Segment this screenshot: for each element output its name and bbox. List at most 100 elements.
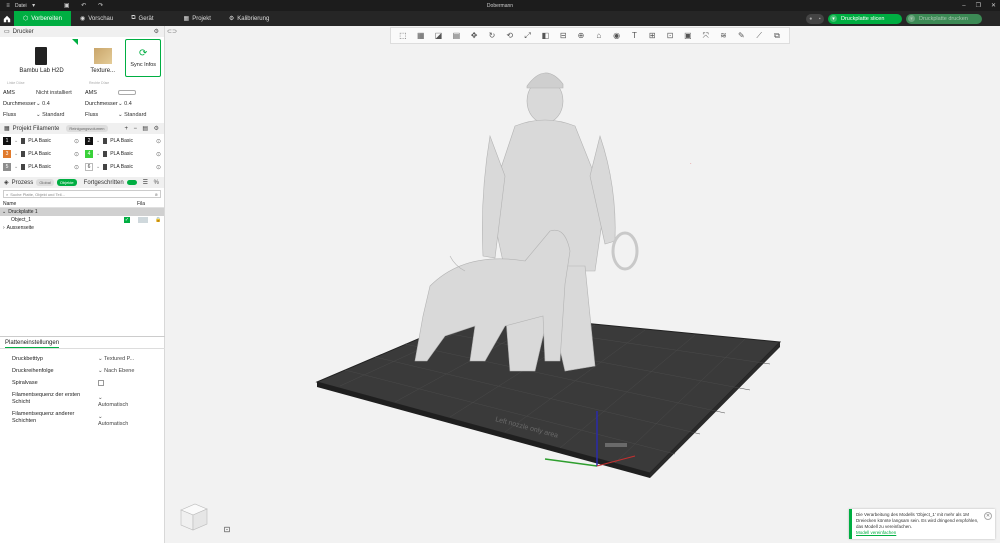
- global-tab[interactable]: Global: [36, 179, 54, 186]
- filament-settings-icon[interactable]: ⊙: [156, 151, 161, 158]
- sync-info-button[interactable]: ⟳ Sync Infos: [125, 39, 161, 77]
- filament-number[interactable]: 3: [3, 150, 11, 158]
- tab-calibration[interactable]: ⚙ Kalibrierung: [220, 11, 278, 26]
- tab-project[interactable]: ▦ Projekt: [175, 11, 220, 26]
- hamburger-icon[interactable]: ≡: [4, 2, 12, 10]
- zoom-fit-icon[interactable]: ⊡: [222, 524, 232, 534]
- advanced-toggle[interactable]: [126, 180, 137, 185]
- first-layer-sequence-select[interactable]: ⌄ Automatisch: [98, 395, 128, 408]
- percent-icon[interactable]: %: [154, 180, 159, 186]
- check-icon[interactable]: ✓: [124, 217, 130, 223]
- filament-name: PLA Basic: [110, 138, 133, 144]
- spiral-vase-checkbox[interactable]: [98, 380, 104, 386]
- filament-column: Fila: [137, 200, 146, 207]
- chevron-down-icon[interactable]: ⌄: [96, 151, 100, 157]
- filament-item[interactable]: 4 ⌄ PLA Basic ⊙: [85, 149, 167, 159]
- filament-settings-icon[interactable]: ⊙: [74, 164, 79, 171]
- gear-icon[interactable]: ⚙: [154, 125, 159, 132]
- tab-label: Vorschau: [88, 15, 114, 22]
- filament-item[interactable]: 1 ⌄ PLA Basic ⊙: [3, 136, 85, 146]
- filament-number[interactable]: 4: [85, 150, 93, 158]
- simplify-model-link[interactable]: Modell vereinfachen: [856, 530, 981, 536]
- filament-settings-icon[interactable]: ⊙: [74, 151, 79, 158]
- tab-preview[interactable]: ◉ Vorschau: [71, 11, 122, 26]
- plate-card[interactable]: Texture...: [82, 39, 123, 77]
- home-icon[interactable]: [0, 11, 14, 26]
- navigation-cube[interactable]: [175, 500, 211, 534]
- 3d-viewport[interactable]: ⊂⊃ ⬚ ▦ ◪ ▤ ✥ ↻ ⟲ ⤢ ◧ ⊟ ⊕ ⌂ ◉ T ⊞ ⊡ ▣ ⤧ ≋…: [165, 26, 1000, 543]
- maximize-icon[interactable]: ❐: [976, 2, 981, 9]
- printer-image: [35, 47, 48, 65]
- filament-item[interactable]: 6 ⌄ PLA Basic ⊙: [85, 162, 167, 172]
- theme-toggle[interactable]: ● ▪: [806, 13, 824, 24]
- flow-select[interactable]: ⌄ Standard: [36, 112, 64, 118]
- filament-item[interactable]: 3 ⌄ PLA Basic ⊙: [3, 149, 85, 159]
- print-plate-button[interactable]: ▾ Druckplatte drucken: [906, 13, 982, 24]
- plate-name: Druckplatte 1: [8, 209, 38, 215]
- add-icon[interactable]: +: [124, 126, 128, 132]
- filament-name: PLA Basic: [28, 138, 51, 144]
- ams-slots-icon[interactable]: [118, 90, 136, 95]
- tab-plate-settings[interactable]: Platteneinstellungen: [5, 338, 60, 348]
- chevron-down-icon[interactable]: ▾: [30, 2, 38, 10]
- outside-row[interactable]: › Aussenseite: [0, 224, 164, 232]
- process-section-header: ◈ Prozess Global Objekte Fortgeschritten…: [0, 177, 164, 188]
- tab-label: Kalibrierung: [237, 15, 270, 22]
- plate-row[interactable]: ⌄ Druckplatte 1: [0, 208, 164, 216]
- object-row[interactable]: Object_1 ✓ 🔒: [0, 216, 164, 224]
- filament-settings-icon[interactable]: ⊙: [156, 138, 161, 145]
- file-menu[interactable]: Datei: [15, 3, 27, 9]
- origin-marker: ·: [690, 161, 692, 167]
- close-icon[interactable]: ✕: [991, 2, 996, 9]
- filament-swatch[interactable]: [138, 217, 148, 223]
- tab-prepare[interactable]: ⬡ Vorbereiten: [14, 11, 71, 26]
- tab-label: Gerät: [138, 15, 154, 22]
- filament-number[interactable]: 2: [85, 137, 93, 145]
- lock-icon[interactable]: 🔒: [155, 217, 161, 223]
- setting-value: Automatisch: [98, 401, 129, 408]
- clear-search-icon[interactable]: ⊗: [155, 192, 158, 197]
- filament-section-header: ▦ Projekt Filamente Reinigungsvolumen + …: [0, 123, 164, 134]
- search-input[interactable]: ⌕ Suche Platte, Objekt und Teil... ⊗: [3, 190, 161, 198]
- print-sequence-select[interactable]: ⌄ Nach Ebene: [98, 368, 134, 374]
- save-icon[interactable]: ▣: [63, 2, 71, 10]
- flow-select[interactable]: ⌄ Standard: [118, 112, 146, 118]
- slice-plate-button[interactable]: ▾ Druckplatte slicen: [828, 13, 902, 24]
- objects-tab[interactable]: Objekte: [56, 179, 77, 186]
- ams-label: AMS: [85, 89, 97, 96]
- bed-type-row: Druckbetttyp ⌄ Textured P...: [12, 356, 152, 362]
- chevron-down-icon[interactable]: ⌄: [14, 151, 18, 157]
- chevron-down-icon[interactable]: ▾: [908, 15, 915, 22]
- chevron-down-icon[interactable]: ⌄: [96, 164, 100, 170]
- filament-item[interactable]: 5 ⌄ PLA Basic ⊙: [3, 162, 85, 172]
- chevron-down-icon[interactable]: ⌄: [96, 138, 100, 144]
- tab-device[interactable]: ⧉ Gerät: [122, 11, 162, 26]
- close-notification-icon[interactable]: ✕: [984, 512, 992, 520]
- minimize-icon[interactable]: –: [962, 3, 965, 9]
- gear-icon[interactable]: ⚙: [154, 28, 159, 35]
- chevron-down-icon[interactable]: ⌄: [14, 164, 18, 170]
- filament-name: PLA Basic: [110, 151, 133, 157]
- list-icon[interactable]: ☰: [143, 179, 148, 186]
- diameter-select[interactable]: ⌄ 0.4: [36, 101, 50, 107]
- filament-name: PLA Basic: [110, 164, 133, 170]
- bed-type-select[interactable]: ⌄ Textured P...: [98, 356, 134, 362]
- filament-number[interactable]: 5: [3, 163, 11, 171]
- printer-card[interactable]: Bambu Lab H2D: [3, 39, 80, 77]
- filament-settings-icon[interactable]: ⊙: [74, 138, 79, 145]
- redo-icon[interactable]: ↷: [97, 2, 105, 10]
- filament-item[interactable]: 2 ⌄ PLA Basic ⊙: [85, 136, 167, 146]
- purge-volume-button[interactable]: Reinigungsvolumen: [66, 125, 108, 132]
- undo-icon[interactable]: ↶: [80, 2, 88, 10]
- ams-sync-icon[interactable]: ▤: [142, 125, 148, 132]
- spool-icon: [103, 164, 108, 170]
- remove-icon[interactable]: −: [133, 126, 137, 132]
- other-layers-sequence-select[interactable]: ⌄ Automatisch: [98, 414, 128, 427]
- filament-number[interactable]: 6: [85, 163, 93, 171]
- filament-settings-icon[interactable]: ⊙: [156, 164, 161, 171]
- filament-number[interactable]: 1: [3, 137, 11, 145]
- moon-icon: ●: [809, 15, 813, 22]
- diameter-select[interactable]: ⌄ 0.4: [118, 101, 132, 107]
- chevron-down-icon[interactable]: ⌄: [14, 138, 18, 144]
- chevron-down-icon[interactable]: ▾: [830, 15, 837, 22]
